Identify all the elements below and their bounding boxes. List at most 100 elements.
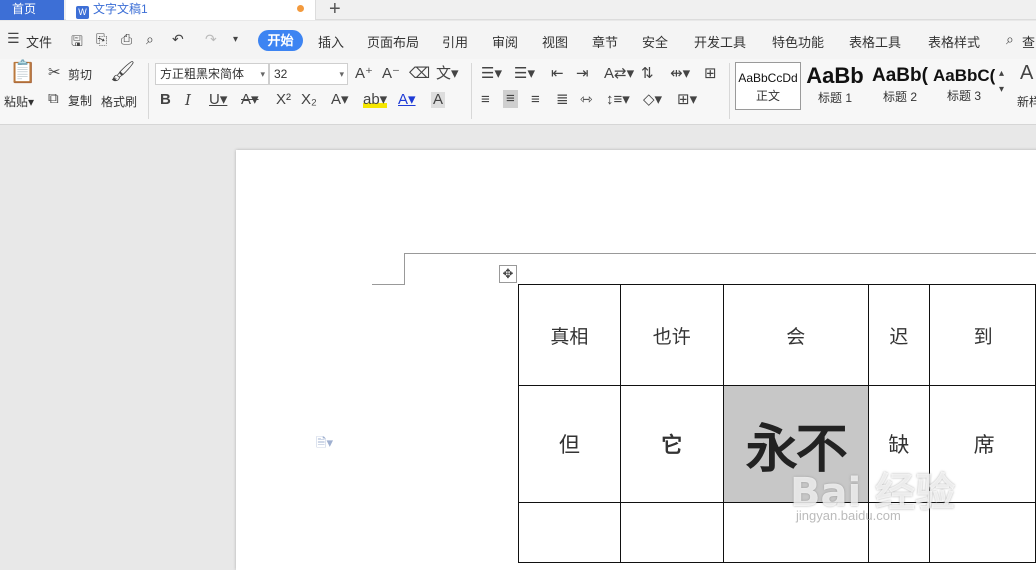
tab-document[interactable]: W 文字文稿1 [66,0,316,20]
style-name: 标题 1 [817,91,852,105]
new-style-icon[interactable]: A [1020,63,1033,83]
grow-font-icon[interactable]: A⁺ [355,66,373,82]
border-icon[interactable]: ⊞▾ [677,92,697,108]
italic-icon[interactable]: I [185,92,191,108]
table-cell[interactable] [518,502,621,563]
justify-icon[interactable]: ≣ [556,92,569,108]
gallery-scroll-icon[interactable]: ▴ ▾ [999,66,1004,98]
menu-search[interactable]: 查 [1022,32,1035,51]
table-cell[interactable]: 也许 [619,284,724,386]
separator [729,63,730,119]
font-size-select[interactable]: 32 ▾ [269,63,348,85]
page-margin-corner [404,253,405,284]
clear-format-icon[interactable]: ⌫ [409,66,430,82]
table-cell[interactable]: 它 [619,385,724,503]
separator [471,63,472,119]
style-gallery: AaBbCcDd 正文 AaBb 标题 1 AaBb( 标题 2 AaBbC( … [735,62,1010,110]
cut-button[interactable]: 剪切 [68,66,92,83]
menu-security[interactable]: 安全 [642,32,668,51]
style-heading-1[interactable]: AaBb 标题 1 [803,62,867,110]
table-row [518,502,1036,563]
paragraph-options-icon[interactable]: 🗎▾ [316,434,333,456]
separator [148,63,149,119]
paragraph-spacing-icon[interactable]: ⇹▾ [670,66,690,82]
table-cell[interactable]: 但 [518,385,621,503]
menu-developer-tools[interactable]: 开发工具 [694,32,746,51]
numbered-list-icon[interactable]: ☰▾ [514,66,535,82]
page-margin-line [404,253,1036,254]
menu-insert[interactable]: 插入 [318,32,344,51]
export-icon[interactable]: ⎘ [96,31,107,48]
font-name-select[interactable]: 方正粗黑宋简体 ▾ [155,63,269,85]
shrink-font-icon[interactable]: A⁻ [382,66,400,82]
redo-icon[interactable]: ↷ [205,31,217,48]
print-icon[interactable]: ⎙ [121,31,132,48]
menu-special-features[interactable]: 特色功能 [772,32,824,51]
hamburger-menu-icon[interactable]: ☰ [7,30,20,47]
customize-dropdown-icon[interactable]: ▾ [233,34,238,45]
menu-start[interactable]: 开始 [258,30,303,51]
menu-review[interactable]: 审阅 [492,32,518,51]
table-cell[interactable]: 迟 [868,284,930,386]
undo-icon[interactable]: ↶ [172,31,184,48]
shading-icon[interactable]: ◇▾ [643,92,662,108]
style-name: 标题 2 [882,90,917,104]
page-margin-corner [372,284,405,285]
table-borders-icon[interactable]: ⊞ [704,66,717,82]
style-heading-3[interactable]: AaBbC( 标题 3 [933,62,995,110]
style-normal[interactable]: AaBbCcDd 正文 [735,62,801,110]
save-icon[interactable]: 🖫 [71,31,83,55]
bullet-list-icon[interactable]: ☰▾ [481,66,502,82]
table-cell[interactable]: 到 [928,284,1036,386]
tab-home[interactable]: 首页 [0,0,64,20]
increase-indent-icon[interactable]: ⇥ [576,66,589,82]
table-row: 真相 也许 会 迟 到 [518,284,1036,386]
style-sample: AaBb [806,63,864,88]
ribbon-toolbar: 📋 粘贴▾ ✂ 剪切 ⧉ 复制 🖌 格式刷 方正粗黑宋简体 ▾ 32 ▾ A⁺ A⁻… [0,59,1036,125]
search-icon[interactable]: ⌕ [1006,31,1014,48]
table-cell[interactable]: 真相 [518,284,621,386]
paste-icon[interactable]: 📋 [9,61,36,83]
style-heading-2[interactable]: AaBb( 标题 2 [869,62,931,110]
menu-view[interactable]: 视图 [542,32,568,51]
text-effect-icon[interactable]: A▾ [331,92,349,108]
table-cell[interactable]: 会 [722,284,870,386]
font-color-icon[interactable]: A▾ [398,92,416,108]
menu-chapter[interactable]: 章节 [592,32,618,51]
table-cell[interactable] [619,502,724,563]
style-sample: AaBb( [872,65,928,86]
align-center-icon[interactable]: ≡ [503,90,518,108]
underline-icon[interactable]: U▾ [209,92,227,108]
style-name: 正文 [755,89,780,103]
menu-page-layout[interactable]: 页面布局 [367,32,419,51]
document-table[interactable]: 真相 也许 会 迟 到 但 它 永不 缺 席 [518,284,1036,563]
chevron-down-icon: ▾ [339,69,344,79]
distributed-align-icon[interactable]: ⇿ [580,92,593,108]
align-left-icon[interactable]: ≡ [481,92,490,108]
line-spacing-icon[interactable]: ↕≡▾ [606,92,630,108]
menu-file[interactable]: 文件 [26,32,52,51]
copy-button[interactable]: 复制 [68,92,92,109]
table-move-handle-icon[interactable]: ✥ [499,265,517,283]
subscript-icon[interactable]: X₂ [301,92,317,108]
phonetic-guide-icon[interactable]: 文▾ [436,66,459,82]
sort-icon[interactable]: ⇅ [641,66,654,82]
menu-table-styles[interactable]: 表格样式 [928,32,980,51]
highlight-icon[interactable]: ab▾ [363,92,388,108]
bold-icon[interactable]: B [160,92,171,108]
text-direction-icon[interactable]: A⇄▾ [604,66,634,82]
format-painter-icon[interactable]: 🖌 [110,62,135,82]
new-tab-button[interactable]: + [329,0,341,21]
print-preview-icon[interactable]: ⌕ [146,31,154,48]
superscript-icon[interactable]: X² [276,92,291,108]
character-shading-icon[interactable]: A [431,92,446,108]
menu-table-tools[interactable]: 表格工具 [849,32,901,51]
align-right-icon[interactable]: ≡ [531,92,540,108]
format-painter-button[interactable]: 格式刷 [101,93,137,110]
new-style-button[interactable]: 新样 [1017,93,1036,110]
decrease-indent-icon[interactable]: ⇤ [551,66,564,82]
paste-button[interactable]: 粘贴▾ [4,93,34,110]
strikethrough-icon[interactable]: A▾ [241,92,259,108]
menu-references[interactable]: 引用 [442,32,468,51]
menu-bar: ☰ 文件 🖫 ⎘ ⎙ ⌕ ↶ ↷ ▾ 开始 插入 页面布局 引用 审阅 视图 章… [0,21,1036,59]
